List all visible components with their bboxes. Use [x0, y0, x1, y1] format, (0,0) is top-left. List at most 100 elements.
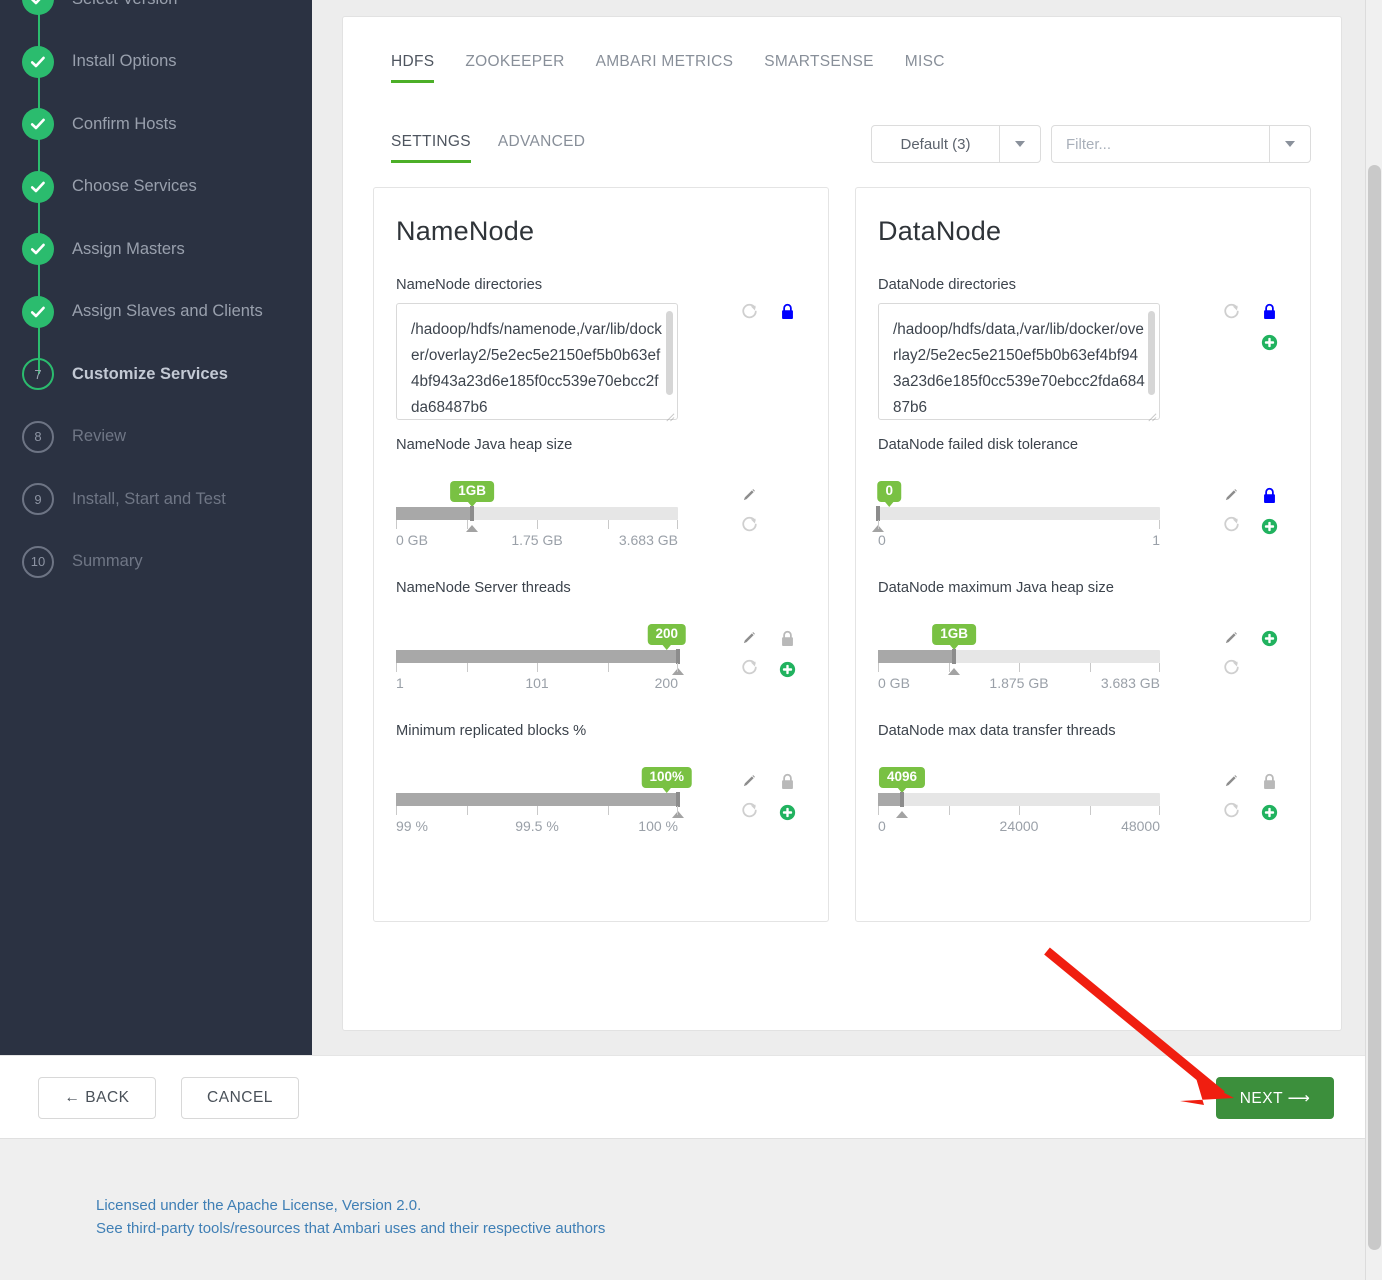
config-filter-dropdown-arrow[interactable] — [1270, 126, 1310, 162]
slider-handle[interactable] — [676, 792, 680, 807]
field-label: DataNode directories — [878, 277, 1016, 293]
add-property-icon[interactable] — [1261, 334, 1278, 356]
slider-handle[interactable] — [676, 649, 680, 664]
edit-icon[interactable] — [741, 487, 757, 508]
textarea-scrollbar[interactable] — [666, 311, 673, 395]
slider-track[interactable] — [396, 506, 678, 532]
sidebar-step-assign-masters[interactable]: Assign Masters — [0, 187, 312, 281]
step-label: Choose Services — [72, 177, 197, 196]
add-property-icon[interactable] — [1261, 518, 1278, 540]
cancel-button[interactable]: CANCEL — [181, 1077, 299, 1119]
slider-handle[interactable] — [899, 792, 904, 807]
config-field-slider: DataNode failed disk tolerance 0 0 1 — [872, 437, 1288, 552]
service-tab-hdfs[interactable]: HDFS — [391, 53, 435, 83]
service-tab-ambari-metrics[interactable]: AMBARI METRICS — [596, 53, 734, 83]
slider-track[interactable] — [878, 792, 1160, 818]
slider-tick-labels: 01 — [878, 532, 1160, 552]
lock-icon-locked[interactable] — [1262, 303, 1277, 326]
page-scrollbar[interactable] — [1365, 0, 1382, 1280]
lock-icon-unlocked[interactable] — [780, 773, 795, 796]
resize-grip-icon[interactable] — [1146, 411, 1157, 422]
resize-grip-icon[interactable] — [664, 411, 675, 422]
field-icon-group — [730, 723, 806, 826]
slider-track[interactable] — [396, 649, 684, 675]
field-body: NameNode Server threads 200 1 101 200 — [396, 580, 718, 695]
field-icon-group — [730, 437, 806, 538]
service-tab-smartsense[interactable]: SMARTSENSE — [764, 53, 874, 83]
directories-textarea[interactable] — [878, 303, 1160, 420]
sidebar-step-select-version[interactable]: Select Version — [0, 0, 312, 31]
slider-fill — [878, 650, 955, 663]
slider-handle[interactable] — [876, 506, 880, 521]
sidebar-step-customize-services[interactable]: 7 Customize Services — [0, 312, 312, 406]
revert-icon[interactable] — [1223, 303, 1240, 325]
slider-track[interactable] — [396, 792, 684, 818]
back-button[interactable]: ← BACK — [38, 1077, 156, 1119]
edit-icon[interactable] — [1223, 630, 1239, 651]
service-tab-misc[interactable]: MISC — [905, 53, 945, 83]
slider-fill — [396, 793, 678, 806]
lock-icon-locked[interactable] — [1262, 487, 1277, 510]
slider-tick — [878, 520, 879, 529]
page-scrollbar-thumb[interactable] — [1368, 165, 1381, 1250]
slider-handle[interactable] — [952, 649, 957, 664]
service-tab-zookeeper[interactable]: ZOOKEEPER — [465, 53, 564, 83]
textarea-scrollbar[interactable] — [1148, 311, 1155, 395]
sidebar-step-assign-slaves-and-clients[interactable]: Assign Slaves and Clients — [0, 249, 312, 344]
directories-textarea[interactable] — [396, 303, 678, 420]
config-filter-select[interactable]: Filter... — [1051, 125, 1311, 163]
sidebar-step-summary[interactable]: 10 Summary — [0, 531, 312, 594]
config-group-dropdown-arrow[interactable] — [1000, 126, 1040, 162]
slider-tick — [948, 663, 950, 672]
step-bullet — [22, 170, 54, 203]
slider-handle[interactable] — [470, 506, 475, 521]
step-bullet — [22, 108, 54, 141]
revert-icon[interactable] — [741, 516, 758, 538]
config-filter-input[interactable]: Filter... — [1052, 126, 1270, 162]
edit-icon[interactable] — [741, 630, 757, 651]
add-property-icon[interactable] — [779, 661, 796, 683]
slider-tick — [537, 806, 538, 815]
add-property-icon[interactable] — [779, 804, 796, 826]
lock-icon-unlocked[interactable] — [780, 630, 795, 653]
settings-tab-advanced[interactable]: ADVANCED — [498, 133, 585, 163]
slider-track[interactable] — [878, 649, 1160, 675]
field-label: DataNode max data transfer threads — [878, 723, 1116, 739]
slider-bubble-row: 1GB — [878, 624, 1160, 650]
step-bullet: 9 — [22, 483, 54, 516]
icon-column-actions — [1212, 303, 1250, 325]
revert-icon[interactable] — [1223, 516, 1240, 538]
step-number: 10 — [30, 554, 46, 570]
revert-icon[interactable] — [741, 659, 758, 681]
icon-column-actions — [730, 303, 768, 325]
revert-icon[interactable] — [741, 303, 758, 325]
settings-tab-settings[interactable]: SETTINGS — [391, 133, 471, 163]
check-icon — [30, 118, 45, 130]
revert-icon[interactable] — [741, 802, 758, 824]
edit-icon[interactable] — [1223, 487, 1239, 508]
slider-fill — [396, 650, 678, 663]
lock-icon-locked[interactable] — [780, 303, 795, 326]
third-party-tools-link[interactable]: See third-party tools/resources that Amb… — [96, 1220, 1382, 1237]
slider: 4096 0 24000 48000 — [878, 749, 1160, 838]
sidebar-step-confirm-hosts[interactable]: Confirm Hosts — [0, 62, 312, 156]
add-property-icon[interactable] — [1261, 804, 1278, 826]
next-button[interactable]: NEXT ⟶ — [1216, 1077, 1334, 1119]
edit-icon[interactable] — [741, 773, 757, 794]
slider-track[interactable] — [872, 506, 1160, 532]
sidebar-step-choose-services[interactable]: Choose Services — [0, 124, 312, 219]
slider-tick — [607, 663, 609, 672]
config-group-select[interactable]: Default (3) — [871, 125, 1041, 163]
sidebar-step-install-options[interactable]: Install Options — [0, 0, 312, 94]
lock-icon-unlocked[interactable] — [1262, 773, 1277, 796]
config-field-directories: NameNode directories — [396, 277, 806, 425]
revert-icon[interactable] — [1223, 659, 1240, 681]
slider-tick — [607, 806, 609, 815]
slider-ticks — [878, 663, 1160, 672]
edit-icon[interactable] — [1223, 773, 1239, 794]
apache-license-link[interactable]: Licensed under the Apache License, Versi… — [96, 1139, 1382, 1214]
add-property-icon[interactable] — [1261, 630, 1278, 652]
sidebar-step-install-start-and-test[interactable]: 9 Install, Start and Test — [0, 468, 312, 531]
sidebar-step-review[interactable]: 8 Review — [0, 406, 312, 469]
revert-icon[interactable] — [1223, 802, 1240, 824]
